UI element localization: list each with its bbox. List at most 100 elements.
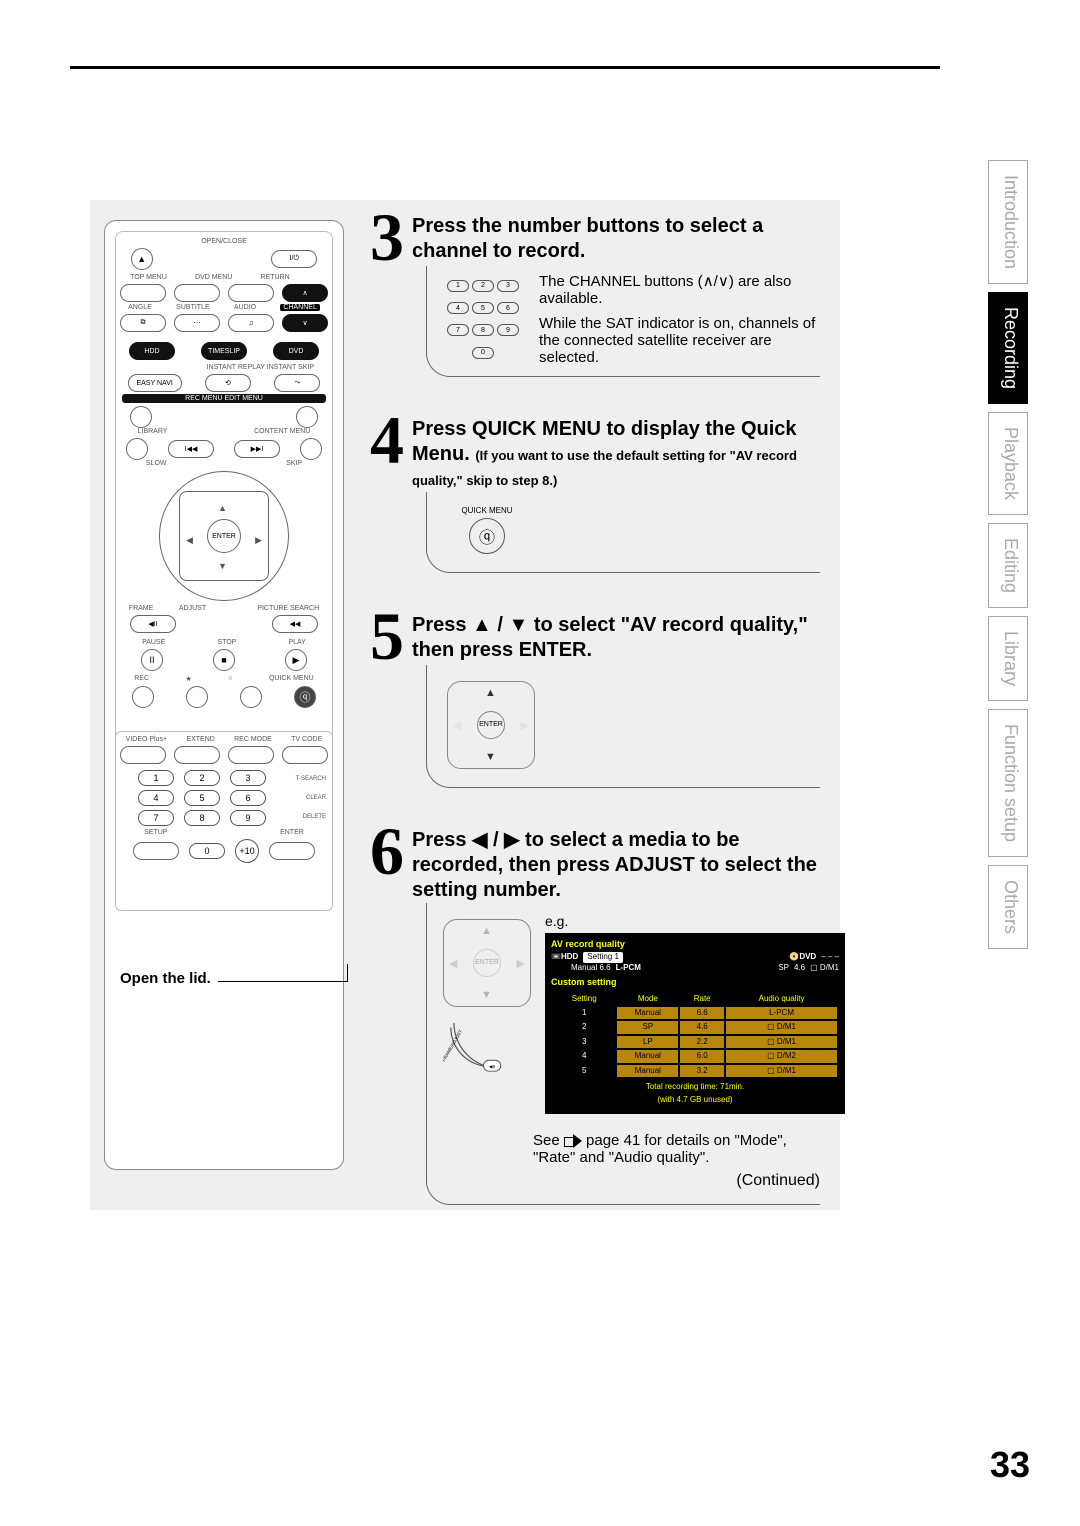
lbl-recmenu: REC MENU EDIT MENU <box>122 394 326 403</box>
btn-instant-skip: ⤳ <box>274 374 320 392</box>
open-lid-leader <box>218 964 348 982</box>
tab-library: Library <box>988 616 1028 701</box>
osd-foot2: (with 4.7 GB unused) <box>551 1095 839 1105</box>
section-tabs: Introduction Recording Playback Editing … <box>988 160 1028 957</box>
num-plus10: +10 <box>235 839 259 863</box>
lbl-contentmenu: CONTENT MENU <box>254 428 310 435</box>
mini-n4: 4 <box>447 302 469 314</box>
btn-play: ▶ <box>285 649 307 671</box>
step-5-title: Press ▲ / ▼ to select "AV record quality… <box>412 609 820 663</box>
btn-rev: ◀II <box>130 615 176 633</box>
num-6: 6 <box>230 790 266 806</box>
lbl-slow: SLOW <box>146 460 167 467</box>
step-6: 6 Press ◀ / ▶ to select a media to be re… <box>370 824 820 1215</box>
lbl-recmode: REC MODE <box>234 736 272 743</box>
btn-dvd: DVD <box>273 342 319 360</box>
lbl-tsearch: T-SEARCH <box>296 776 326 782</box>
btn-skip-fwd: ▶▶I <box>234 440 280 458</box>
num-2: 2 <box>184 770 220 786</box>
num-1: 1 <box>138 770 174 786</box>
btn-enter2 <box>269 842 315 860</box>
quick-menu-label: QUICK MENU <box>461 506 512 515</box>
step-6-see: See page 41 for details on "Mode", "Rate… <box>443 1132 820 1166</box>
lbl-extend: EXTEND <box>186 736 214 743</box>
btn-easynavi: EASY NAVI <box>128 374 182 392</box>
num-3: 3 <box>230 770 266 786</box>
step-4: 4 Press QUICK MENU to display the Quick … <box>370 413 820 583</box>
mini-n2: 2 <box>472 280 494 292</box>
lbl-delete: DELETE <box>303 814 326 820</box>
tab-function-setup: Function setup <box>988 709 1028 857</box>
tab-others: Others <box>988 865 1028 949</box>
lbl-instant: INSTANT REPLAY INSTANT SKIP <box>116 364 332 371</box>
tab-editing: Editing <box>988 523 1028 608</box>
btn-quickmenu: ⓠ <box>294 686 316 708</box>
mini-n0: 0 <box>472 347 494 359</box>
lbl-circle: ○ <box>228 675 232 683</box>
btn-recmode <box>228 746 274 764</box>
tab-recording: Recording <box>988 292 1028 404</box>
btn-instant-replay: ⟲ <box>205 374 251 392</box>
lbl-frame: FRAME <box>129 605 154 612</box>
step-3-body1: The CHANNEL buttons (∧/∨) are also avail… <box>539 272 820 307</box>
lbl-star: ★ <box>186 675 192 683</box>
step-6-enter: ENTER <box>473 949 501 977</box>
num-8: 8 <box>184 810 220 826</box>
step-6-dpad-icon: ▲▼ ◀▶ ENTER <box>443 919 531 1007</box>
lbl-dvdmenu: DVD MENU <box>195 274 232 281</box>
btn-subtitle: ⋯ <box>174 314 220 332</box>
btn-tvcode <box>282 746 328 764</box>
step-4-title: Press QUICK MENU to display the Quick Me… <box>412 413 820 492</box>
dpad-up <box>218 498 227 516</box>
numpad: 1 2 3 4 5 6 7 8 9 <box>116 770 288 826</box>
lbl-quickmenu: QUICK MENU <box>269 675 314 683</box>
dpad-down <box>218 556 227 574</box>
btn-setup <box>133 842 179 860</box>
dpad-left <box>186 530 193 548</box>
step-5-dpad-icon: ▲▼ ◀▶ ENTER <box>447 681 535 769</box>
btn-channel-down: ∨ <box>282 314 328 332</box>
btn-star <box>186 686 208 708</box>
osd-setting: Setting 1 <box>583 952 623 962</box>
btn-stop: ■ <box>213 649 235 671</box>
step-5-number: 5 <box>370 609 404 665</box>
eg-label: e.g. <box>545 913 845 929</box>
tab-introduction: Introduction <box>988 160 1028 284</box>
btn-timeslip: TIMESLIP <box>201 342 247 360</box>
quick-menu-icon: QUICK MENU ⓠ <box>457 506 517 554</box>
step-5: 5 Press ▲ / ▼ to select "AV record quali… <box>370 609 820 798</box>
btn-power: I/⏻ <box>271 250 317 268</box>
lbl-setup: SETUP <box>144 829 167 836</box>
dpad-enter: ENTER <box>207 519 241 553</box>
lbl-clear: CLEAR <box>306 795 326 801</box>
lbl-audio: AUDIO <box>234 304 256 311</box>
lbl-picsearch: PICTURE SEARCH <box>257 605 319 612</box>
lbl-channel: CHANNEL <box>280 304 319 311</box>
btn-circle <box>240 686 262 708</box>
btn-audio: ♫ <box>228 314 274 332</box>
step-5-enter: ENTER <box>477 711 505 739</box>
osd-custom: Custom setting <box>551 977 839 989</box>
step-3: 3 Press the number buttons to select a c… <box>370 210 820 387</box>
lbl-pause: PAUSE <box>142 639 165 646</box>
mini-n3: 3 <box>497 280 519 292</box>
lbl-adjust: ADJUST <box>179 605 206 612</box>
mini-n9: 9 <box>497 324 519 336</box>
osd-title: AV record quality <box>551 939 839 951</box>
step-6-title: Press ◀ / ▶ to select a media to be reco… <box>412 824 820 903</box>
num-0: 0 <box>189 843 225 859</box>
lbl-subtitle: SUBTITLE <box>176 304 209 311</box>
btn-return <box>228 284 274 302</box>
mini-n6: 6 <box>497 302 519 314</box>
dpad: ENTER <box>159 471 289 601</box>
btn-recmenu <box>130 406 152 428</box>
continued-label: (Continued) <box>443 1172 820 1190</box>
lbl-openclose: OPEN/CLOSE <box>116 238 332 245</box>
lbl-library: LIBRARY <box>138 428 168 435</box>
open-lid-caption: Open the lid. <box>120 970 211 987</box>
btn-dvdmenu <box>174 284 220 302</box>
lbl-videoplus: VIDEO Plus+ <box>126 736 167 743</box>
num-7: 7 <box>138 810 174 826</box>
btn-fwd: ◀◀ <box>272 615 318 633</box>
btn-videoplus <box>120 746 166 764</box>
